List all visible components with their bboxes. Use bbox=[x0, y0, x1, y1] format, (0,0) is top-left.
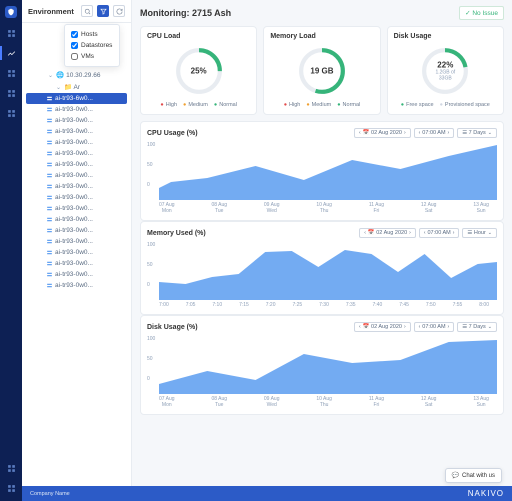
tree-host-item[interactable]: ai-tr93-0w0... bbox=[26, 181, 127, 192]
tree-host-item[interactable]: ai-tr93-0w0... bbox=[26, 115, 127, 126]
monitoring-area: Monitoring: 2715 Ash ✓ No Issue CPU Load… bbox=[132, 0, 512, 486]
environment-tree: ⌄🌐 10.30.29.66 ⌄📁 Ar ai-tr93-6w0... ai-t… bbox=[22, 23, 131, 486]
cpu-load-card: CPU Load 25% HighMediumNormal bbox=[140, 26, 257, 115]
date-picker[interactable]: ‹ 📅 02 Aug 2020 › bbox=[354, 128, 411, 138]
tree-host-item[interactable]: ai-tr93-0w0... bbox=[26, 104, 127, 115]
chart-1: Memory Used (%)‹ 📅 02 Aug 2020 ›‹ 07:00 … bbox=[140, 221, 504, 315]
environment-panel: Environment Hosts Datastores VMs ⌄🌐 10.3… bbox=[22, 0, 132, 486]
date-picker[interactable]: ‹ 📅 02 Aug 2020 › bbox=[359, 228, 416, 238]
page-title: Monitoring: 2715 Ash bbox=[140, 8, 231, 18]
tree-host-item[interactable]: ai-tr93-0w0... bbox=[26, 192, 127, 203]
nav-monitoring-icon[interactable] bbox=[6, 48, 16, 58]
time-picker[interactable]: ‹ 07:00 AM › bbox=[419, 228, 460, 238]
left-nav bbox=[0, 0, 22, 501]
range-picker[interactable]: ☰ 7 Days ⌄ bbox=[457, 128, 497, 138]
range-picker[interactable]: ☰ Hour ⌄ bbox=[462, 228, 497, 238]
filter-hosts-checkbox[interactable] bbox=[71, 31, 78, 38]
memory-gauge: 19 GB bbox=[297, 46, 347, 96]
tree-host-item[interactable]: ai-tr93-0w0... bbox=[26, 269, 127, 280]
app-logo-icon[interactable] bbox=[5, 6, 17, 18]
tree-host-item[interactable]: ai-tr93-0w0... bbox=[26, 214, 127, 225]
filter-popover: Hosts Datastores VMs bbox=[64, 24, 120, 67]
footer: Company Name NAKIVO bbox=[22, 486, 512, 501]
tree-host-item[interactable]: ai-tr93-0w0... bbox=[26, 247, 127, 258]
cpu-gauge: 25% bbox=[174, 46, 224, 96]
panel-title: Environment bbox=[28, 7, 77, 16]
nav-settings-icon[interactable] bbox=[6, 463, 16, 473]
chart-0: CPU Usage (%)‹ 📅 02 Aug 2020 ›‹ 07:00 AM… bbox=[140, 121, 504, 221]
tree-node-ar[interactable]: ⌄📁 Ar bbox=[26, 81, 127, 93]
tree-host-item[interactable]: ai-tr93-0w0... bbox=[26, 225, 127, 236]
filter-datastores-checkbox[interactable] bbox=[71, 42, 78, 49]
tree-host-item[interactable]: ai-tr93-0w0... bbox=[26, 258, 127, 269]
tree-host-item[interactable]: ai-tr93-0w0... bbox=[26, 203, 127, 214]
search-icon[interactable] bbox=[81, 5, 93, 17]
tree-host-item[interactable]: ai-tr93-0w0... bbox=[26, 137, 127, 148]
tree-host-item[interactable]: ai-tr93-0w0... bbox=[26, 236, 127, 247]
tree-node-ip[interactable]: ⌄🌐 10.30.29.66 bbox=[26, 69, 127, 81]
disk-usage-card: Disk Usage 22%1.2GB of 33GB Free spacePr… bbox=[387, 26, 504, 115]
brand-logo: NAKIVO bbox=[468, 489, 504, 498]
nav-modules-icon[interactable] bbox=[6, 108, 16, 118]
tree-host-item[interactable]: ai-tr93-0w0... bbox=[26, 159, 127, 170]
tree-host-item[interactable]: ai-tr93-0w0... bbox=[26, 126, 127, 137]
disk-gauge: 22%1.2GB of 33GB bbox=[420, 46, 470, 96]
nav-grid-icon[interactable] bbox=[6, 68, 16, 78]
chart-2: Disk Usage (%)‹ 📅 02 Aug 2020 ›‹ 07:00 A… bbox=[140, 315, 504, 415]
nav-apps-icon[interactable] bbox=[6, 88, 16, 98]
nav-help-icon[interactable] bbox=[6, 483, 16, 493]
filter-vms-checkbox[interactable] bbox=[71, 53, 78, 60]
tree-host-item[interactable]: ai-tr93-0w0... bbox=[26, 170, 127, 181]
tree-host-item[interactable]: ai-tr93-0w0... bbox=[26, 148, 127, 159]
memory-load-card: Memory Load 19 GB HighMediumNormal bbox=[263, 26, 380, 115]
filter-icon[interactable] bbox=[97, 5, 109, 17]
time-picker[interactable]: ‹ 07:00 AM › bbox=[414, 128, 455, 138]
chat-widget[interactable]: 💬 Chat with us bbox=[445, 468, 503, 483]
date-picker[interactable]: ‹ 📅 02 Aug 2020 › bbox=[354, 322, 411, 332]
tree-host-item[interactable]: ai-tr93-6w0... bbox=[26, 93, 127, 104]
refresh-icon[interactable] bbox=[113, 5, 125, 17]
status-badge: ✓ No Issue bbox=[459, 6, 504, 20]
time-picker[interactable]: ‹ 07:00 AM › bbox=[414, 322, 455, 332]
range-picker[interactable]: ☰ 7 Days ⌄ bbox=[457, 322, 497, 332]
nav-dashboard-icon[interactable] bbox=[6, 28, 16, 38]
company-name: Company Name bbox=[30, 491, 70, 497]
tree-host-item[interactable]: ai-tr93-0w0... bbox=[26, 280, 127, 291]
